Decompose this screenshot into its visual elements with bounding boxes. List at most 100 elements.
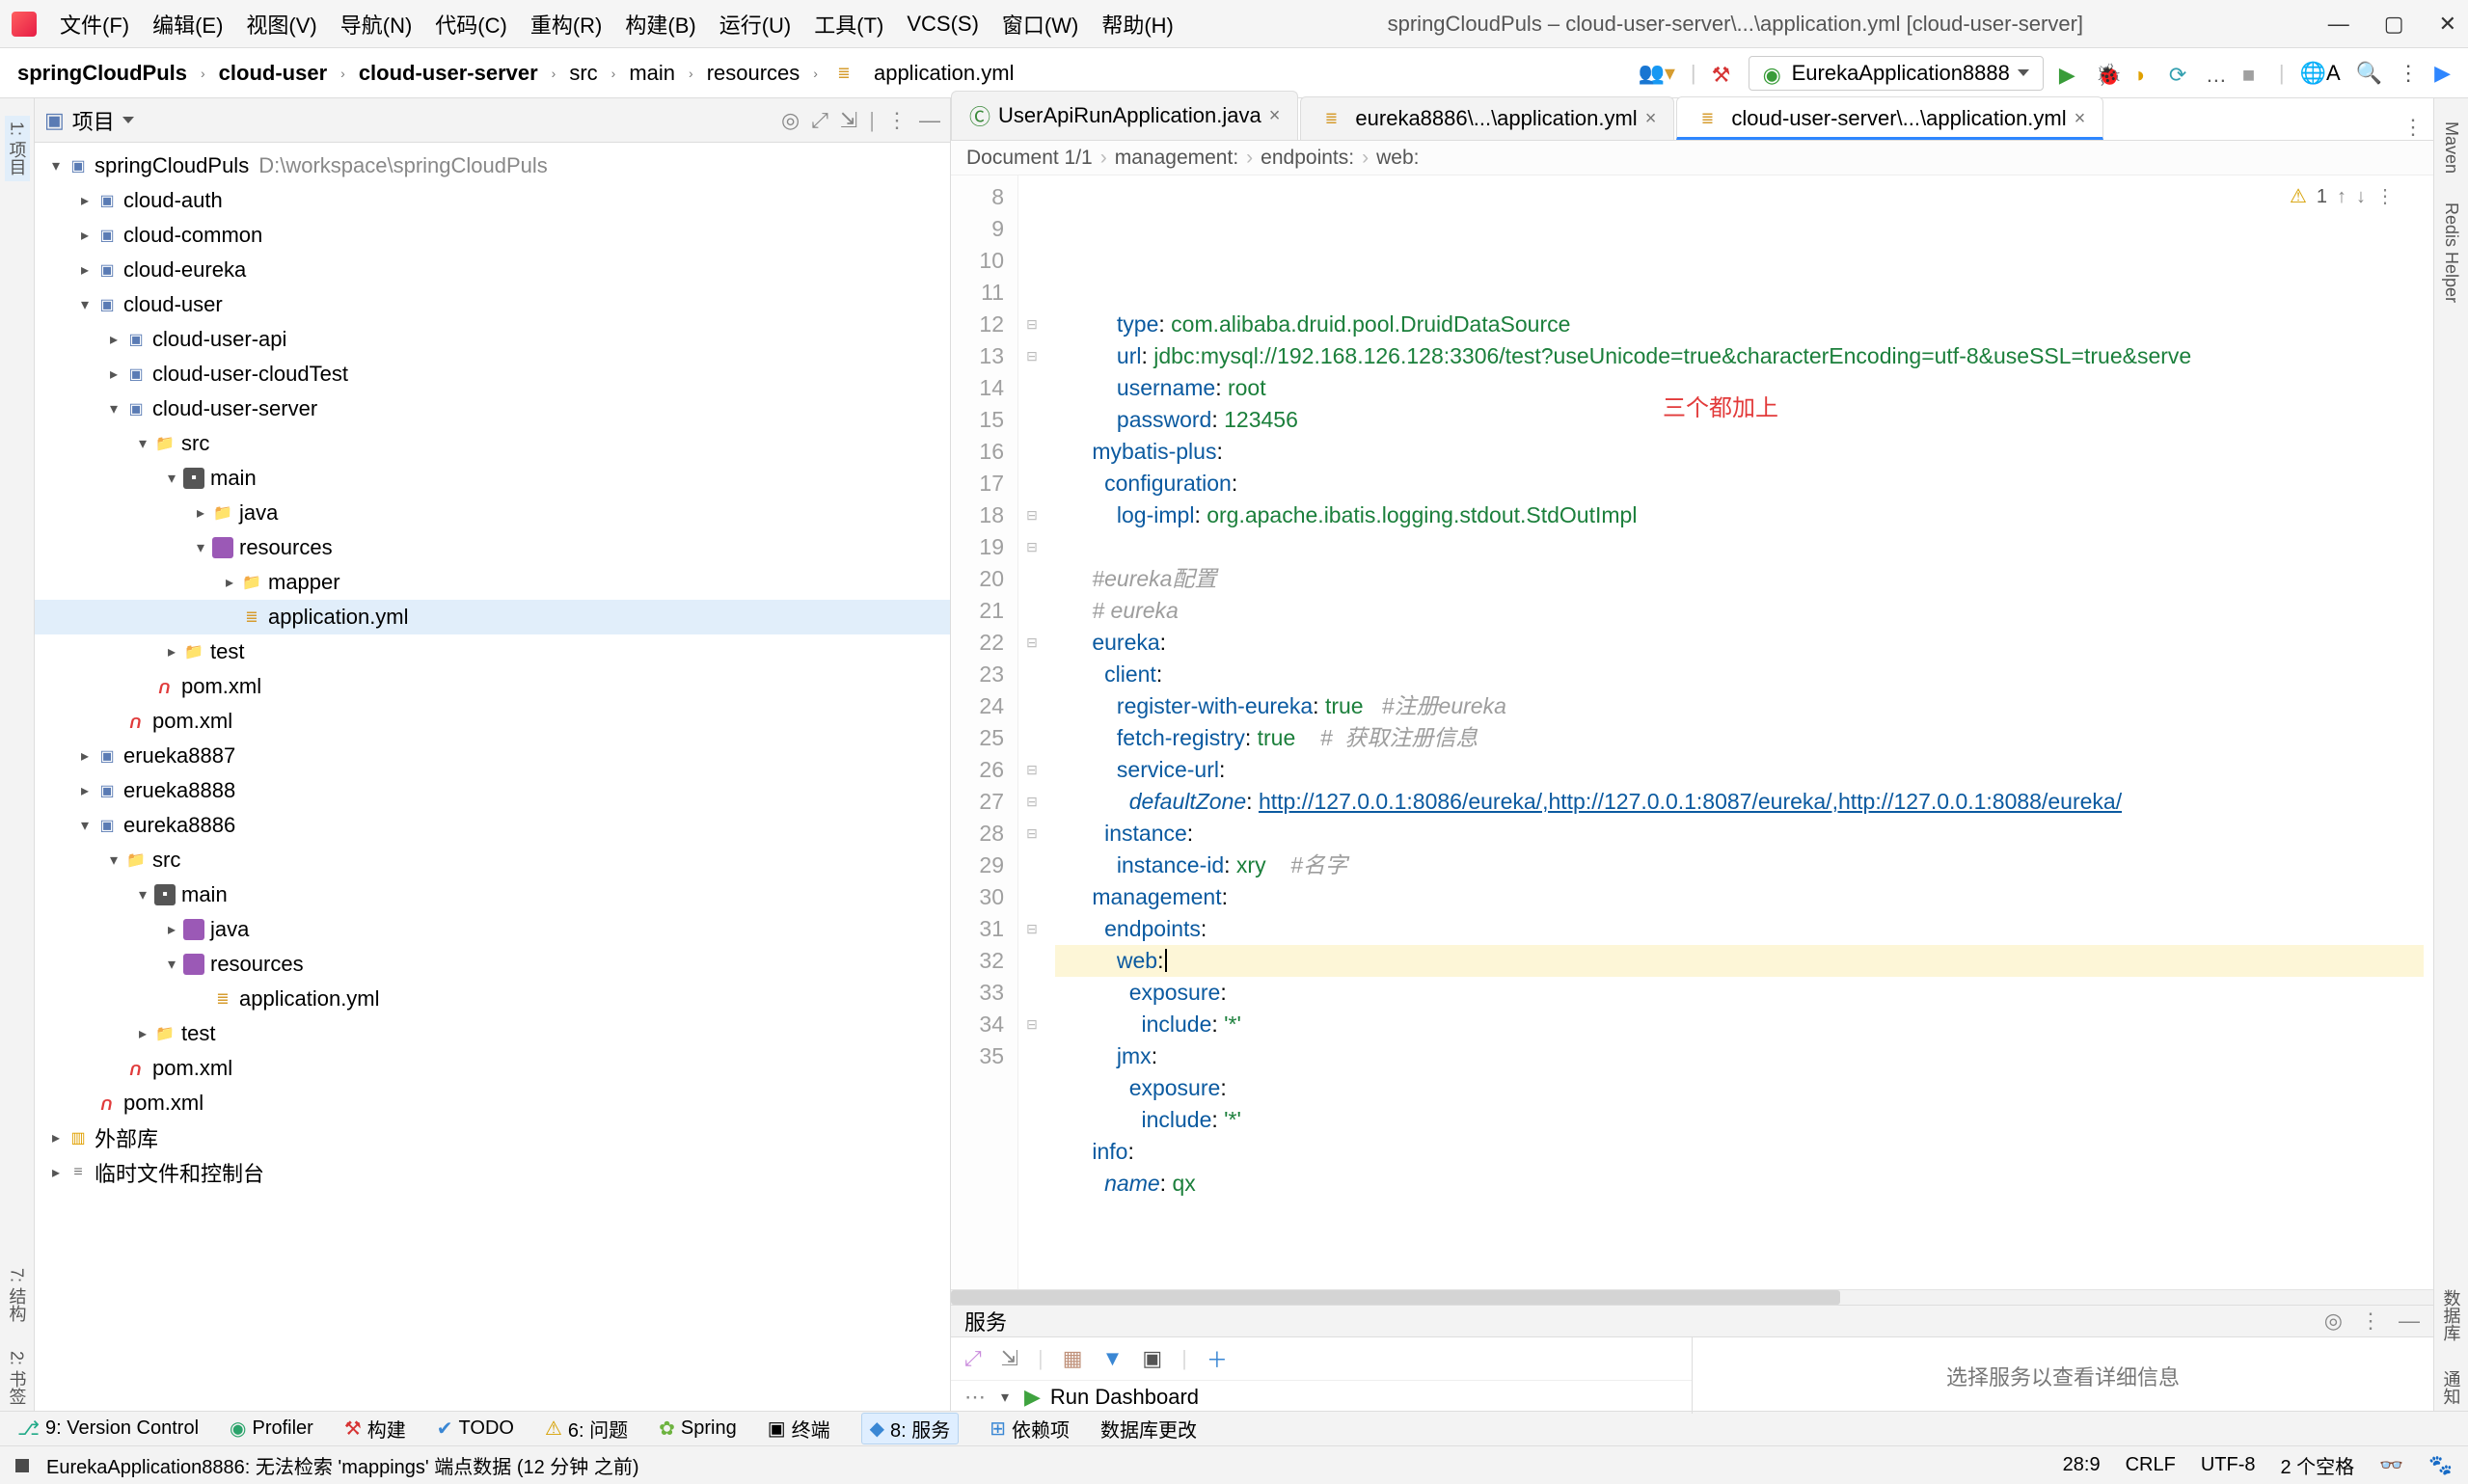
tree-root[interactable]: springCloudPulsD:\workspace\springCloudP…	[35, 148, 950, 183]
close-tab-icon[interactable]: ×	[2075, 108, 2086, 130]
caret-pos[interactable]: 28:9	[2063, 1454, 2101, 1476]
services-minimize-icon[interactable]: —	[2399, 1309, 2420, 1334]
run-config-combo[interactable]: ◉ EurekaApplication8888	[1749, 56, 2044, 91]
settings-menu-icon[interactable]: ⋮	[2398, 61, 2419, 86]
tree-erueka8887[interactable]: erueka8887	[35, 739, 950, 773]
menu-help[interactable]: 帮助(H)	[1101, 9, 1174, 40]
tree-e86-test[interactable]: test	[35, 1016, 950, 1051]
menu-view[interactable]: 视图(V)	[246, 9, 316, 40]
tree-cus-test[interactable]: test	[35, 634, 950, 669]
tree-cloud-user-server[interactable]: cloud-user-server	[35, 391, 950, 426]
tree-cloud-common[interactable]: cloud-common	[35, 218, 950, 253]
tree-cloud-eureka[interactable]: cloud-eureka	[35, 253, 950, 287]
tw-dbchange[interactable]: 数据库更改	[1100, 1415, 1197, 1443]
tree-cus-pom[interactable]: pom.xml	[35, 669, 950, 704]
prev-highlight-icon[interactable]: ↑	[2337, 181, 2346, 213]
svc-tree-arrow[interactable]	[995, 1388, 1015, 1407]
tree-cloud-user[interactable]: cloud-user	[35, 287, 950, 322]
tree-cus-resources[interactable]: resources	[35, 530, 950, 565]
menu-window[interactable]: 窗口(W)	[1002, 9, 1078, 40]
tab-cloud-user-server-yml[interactable]: cloud-user-server\...\application.yml×	[1676, 96, 2103, 140]
panel-settings-icon[interactable]: |	[869, 108, 875, 133]
right-tab-notify[interactable]: 通知	[2439, 1364, 2464, 1411]
tree-cloud-user-api[interactable]: cloud-user-api	[35, 322, 950, 357]
tree-cus-main[interactable]: main	[35, 461, 950, 496]
code-with-me-icon[interactable]: 👥▾	[1638, 61, 1674, 86]
expand-all-icon[interactable]: ⤢	[811, 108, 828, 133]
tree-cus-mapper[interactable]: mapper	[35, 565, 950, 600]
select-opened-icon[interactable]: ◎	[781, 108, 800, 133]
menu-file[interactable]: 文件(F)	[60, 9, 129, 40]
crumb-1[interactable]: cloud-user	[219, 61, 327, 86]
menu-edit[interactable]: 编辑(E)	[152, 9, 223, 40]
crumb-web[interactable]: web:	[1376, 147, 1419, 170]
tw-services[interactable]: ◆8: 服务	[861, 1413, 960, 1444]
tree-cus-appyml[interactable]: application.yml	[35, 600, 950, 634]
indent[interactable]: 2 个空格	[2281, 1451, 2355, 1479]
attach-icon[interactable]: …	[2206, 63, 2227, 84]
profile-icon[interactable]: ⟳	[2169, 63, 2190, 84]
more-inspect-icon[interactable]: ⋮	[2375, 181, 2395, 213]
menu-run[interactable]: 运行(U)	[719, 9, 792, 40]
close-tab-icon[interactable]: ×	[1645, 108, 1657, 130]
tree-cus-src[interactable]: src	[35, 426, 950, 461]
menu-nav[interactable]: 导航(N)	[340, 9, 413, 40]
svc-collapse-icon[interactable]: ⇲	[1001, 1346, 1018, 1371]
maximize-icon[interactable]: ▢	[2384, 12, 2404, 37]
crumb-0[interactable]: springCloudPuls	[17, 61, 187, 86]
code-source[interactable]: ⚠ 1 ↑ ↓ ⋮ 三个都加上 type: com.alibaba.druid.…	[1045, 175, 2433, 1289]
tree-cloud-auth[interactable]: cloud-auth	[35, 183, 950, 218]
search-icon[interactable]: 🔍	[2356, 61, 2382, 86]
crumb-5[interactable]: resources	[707, 61, 800, 86]
tree-e86-main[interactable]: main	[35, 877, 950, 912]
hammer-icon[interactable]: ⚒	[1712, 63, 1733, 84]
locale-icon[interactable]: 🌐A	[2300, 61, 2341, 86]
crumb-endpoints[interactable]: endpoints:	[1261, 147, 1354, 170]
tw-todo[interactable]: ✔TODO	[437, 1417, 514, 1441]
tw-profiler[interactable]: ◉Profiler	[230, 1417, 313, 1441]
minimize-icon[interactable]: —	[2328, 12, 2349, 37]
panel-more-icon[interactable]: ⋮	[886, 108, 908, 133]
panel-minimize-icon[interactable]: —	[919, 108, 940, 133]
menu-vcs[interactable]: VCS(S)	[907, 12, 979, 37]
tree-e86-java[interactable]: java	[35, 912, 950, 947]
crumb-management[interactable]: management:	[1115, 147, 1238, 170]
chevron-right-icon[interactable]: ▶	[2434, 61, 2451, 86]
left-tab-structure[interactable]: 7: 结构	[5, 1262, 30, 1328]
menu-build[interactable]: 构建(B)	[625, 9, 695, 40]
close-tab-icon[interactable]: ×	[1269, 105, 1281, 127]
svc-expand-icon[interactable]: ⤢	[964, 1346, 982, 1371]
tab-userapi[interactable]: ⒸUserApiRunApplication.java×	[951, 91, 1298, 140]
tree-e86-src[interactable]: src	[35, 843, 950, 877]
tree-erueka8888[interactable]: erueka8888	[35, 773, 950, 808]
tree-e86-resources[interactable]: resources	[35, 947, 950, 982]
svc-run-icon[interactable]: ▶	[1024, 1385, 1041, 1410]
tw-build[interactable]: ⚒构建	[344, 1415, 406, 1443]
svc-grid-icon[interactable]: ▦	[1063, 1346, 1083, 1371]
project-tree[interactable]: springCloudPulsD:\workspace\springCloudP…	[35, 143, 950, 1411]
tw-deps[interactable]: ⊞依赖项	[990, 1415, 1070, 1443]
svc-dashboard-label[interactable]: Run Dashboard	[1050, 1385, 1199, 1410]
collapse-all-icon[interactable]: ⇲	[840, 108, 857, 133]
menu-refactor[interactable]: 重构(R)	[530, 9, 603, 40]
reader-mode-icon[interactable]: 👓	[2379, 1453, 2403, 1477]
tree-e86-appyml[interactable]: application.yml	[35, 982, 950, 1016]
tree-scratch[interactable]: 临时文件和控制台	[35, 1155, 950, 1190]
run-icon[interactable]: ▶	[2059, 63, 2080, 84]
crumb-6[interactable]: application.yml	[874, 61, 1015, 86]
project-combo[interactable]: ▣项目	[44, 105, 134, 136]
menu-code[interactable]: 代码(C)	[435, 9, 507, 40]
close-icon[interactable]: ✕	[2439, 12, 2456, 37]
inspection-widget[interactable]: ⚠ 1 ↑ ↓ ⋮	[2290, 181, 2395, 213]
svc-dots-icon[interactable]: ⋯	[964, 1385, 986, 1410]
next-highlight-icon[interactable]: ↓	[2356, 181, 2366, 213]
stop-icon[interactable]: ■	[2242, 63, 2264, 84]
tab-eureka8886-yml[interactable]: eureka8886\...\application.yml×	[1300, 96, 1674, 140]
right-tab-database[interactable]: 数据库	[2439, 1283, 2464, 1347]
left-tab-bookmarks[interactable]: 2: 书签	[5, 1345, 30, 1411]
tree-cloud-user-cloudtest[interactable]: cloud-user-cloudTest	[35, 357, 950, 391]
pet-icon[interactable]: 🐾	[2428, 1453, 2453, 1477]
right-tab-redis[interactable]: Redis Helper	[2441, 197, 2461, 309]
coverage-icon[interactable]: ◑	[2132, 63, 2154, 84]
right-tab-maven[interactable]: Maven	[2441, 116, 2461, 179]
